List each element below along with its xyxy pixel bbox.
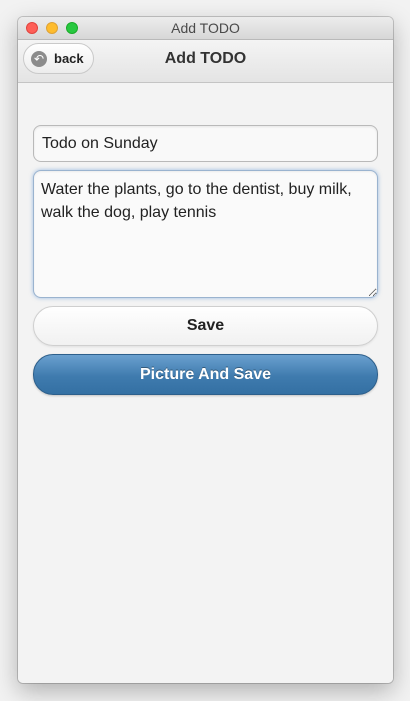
picture-and-save-button[interactable]: Picture And Save bbox=[33, 354, 378, 395]
window-title: Add TODO bbox=[171, 20, 240, 36]
form-content: Water the plants, go to the dentist, buy… bbox=[18, 83, 393, 683]
app-window: Add TODO ↶ back Add TODO Water the plant… bbox=[18, 17, 393, 683]
page-title: Add TODO bbox=[164, 50, 247, 67]
todo-title-input[interactable] bbox=[33, 125, 378, 162]
todo-description-textarea[interactable]: Water the plants, go to the dentist, buy… bbox=[33, 170, 378, 298]
window-titlebar: Add TODO bbox=[18, 17, 393, 40]
navigation-bar: ↶ back Add TODO bbox=[18, 40, 393, 83]
save-button[interactable]: Save bbox=[33, 306, 378, 346]
